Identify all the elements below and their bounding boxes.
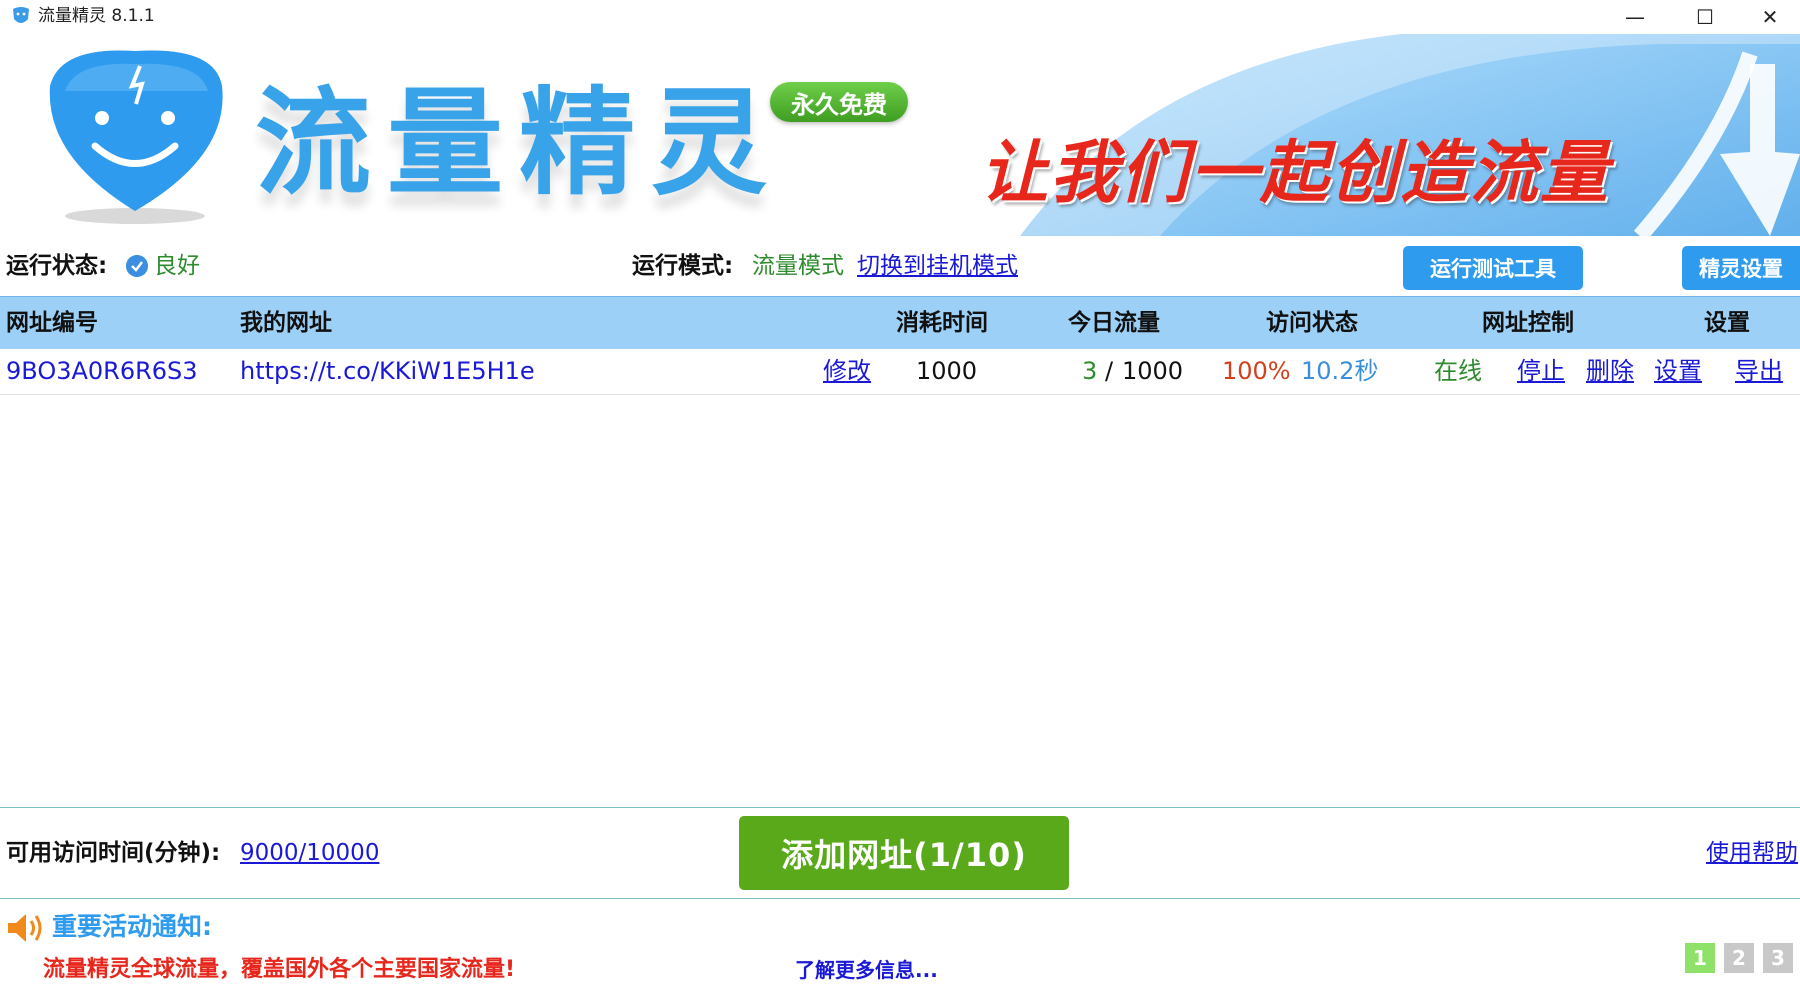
row-id: 9BO3A0R6R6S3 xyxy=(6,357,198,385)
row-today-total: 1000 xyxy=(1122,357,1184,385)
settings-button[interactable]: 精灵设置 xyxy=(1682,246,1800,290)
col-id: 网址编号 xyxy=(6,310,98,336)
col-time: 消耗时间 xyxy=(896,310,988,336)
title-bar: 流量精灵 8.1.1 — ☐ ✕ xyxy=(0,0,1800,34)
stop-link[interactable]: 停止 xyxy=(1517,349,1565,394)
table-header: 网址编号 我的网址 消耗时间 今日流量 访问状态 网址控制 设置 xyxy=(0,296,1800,349)
bottom-bar: 可用访问时间(分钟): 9000/10000 添加网址(1/10) 使用帮助 xyxy=(0,808,1800,898)
minimize-button[interactable]: — xyxy=(1600,0,1670,34)
speaker-icon xyxy=(8,914,42,942)
help-link[interactable]: 使用帮助 xyxy=(1706,808,1798,898)
row-today-count: 3 xyxy=(1082,357,1098,385)
check-icon xyxy=(126,255,148,277)
row-visit-pct: 100% xyxy=(1222,357,1291,385)
mode-label: 运行模式: xyxy=(632,253,734,279)
col-url: 我的网址 xyxy=(240,310,332,336)
run-state-value: 良好 xyxy=(154,253,200,279)
time-label: 可用访问时间(分钟): xyxy=(6,840,221,866)
add-url-button[interactable]: 添加网址(1/10) xyxy=(739,816,1069,890)
banner-slogan: 让我们一起创造流量 xyxy=(980,134,1611,213)
mascot-icon xyxy=(49,50,223,224)
close-button[interactable]: ✕ xyxy=(1740,0,1800,34)
row-online-status: 在线 xyxy=(1434,357,1482,385)
col-today: 今日流量 xyxy=(1068,310,1160,336)
col-visit: 访问状态 xyxy=(1266,310,1358,336)
mode-value: 流量模式 xyxy=(752,253,844,279)
notice-page-1[interactable]: 1 xyxy=(1685,943,1715,973)
time-value-link[interactable]: 9000/10000 xyxy=(240,808,379,898)
free-badge: 永久免费 xyxy=(770,82,908,122)
notice-page-3[interactable]: 3 xyxy=(1763,943,1793,973)
banner: 流量精灵 永久免费 让我们一起创造流量 xyxy=(0,34,1800,236)
status-row: 运行状态: 良好 运行模式: 流量模式 切换到挂机模式 运行测试工具 精灵设置 xyxy=(0,238,1800,294)
table-row: 9BO3A0R6R6S3 https://t.co/KKiW1E5H1e 修改 … xyxy=(0,349,1800,395)
app-logo-icon xyxy=(13,7,29,23)
delete-link[interactable]: 删除 xyxy=(1586,349,1634,394)
row-visit-sec: 10.2秒 xyxy=(1301,357,1379,385)
switch-mode-link[interactable]: 切换到挂机模式 xyxy=(857,238,1018,294)
row-time: 1000 xyxy=(916,357,978,385)
more-info-link[interactable]: 了解更多信息... xyxy=(795,955,938,985)
notice-panel: 重要活动通知: 流量精灵全球流量，覆盖国外各个主要国家流量! 了解更多信息... xyxy=(0,899,1800,985)
test-tool-button[interactable]: 运行测试工具 xyxy=(1403,246,1583,290)
setup-link[interactable]: 设置 xyxy=(1654,349,1702,394)
notice-message[interactable]: 流量精灵全球流量，覆盖国外各个主要国家流量! xyxy=(43,955,515,985)
maximize-button[interactable]: ☐ xyxy=(1670,0,1740,34)
export-link[interactable]: 导出 xyxy=(1735,349,1783,394)
run-state-label: 运行状态: xyxy=(6,253,108,279)
brand-title: 流量精灵 xyxy=(255,76,783,211)
notice-title: 重要活动通知: xyxy=(52,912,212,941)
col-control: 网址控制 xyxy=(1482,310,1574,336)
edit-link[interactable]: 修改 xyxy=(823,349,871,394)
row-today-sep: / xyxy=(1105,357,1114,385)
row-url: https://t.co/KKiW1E5H1e xyxy=(240,357,535,385)
window-title: 流量精灵 8.1.1 xyxy=(38,6,155,26)
notice-page-2[interactable]: 2 xyxy=(1724,943,1754,973)
col-settings: 设置 xyxy=(1704,310,1750,336)
